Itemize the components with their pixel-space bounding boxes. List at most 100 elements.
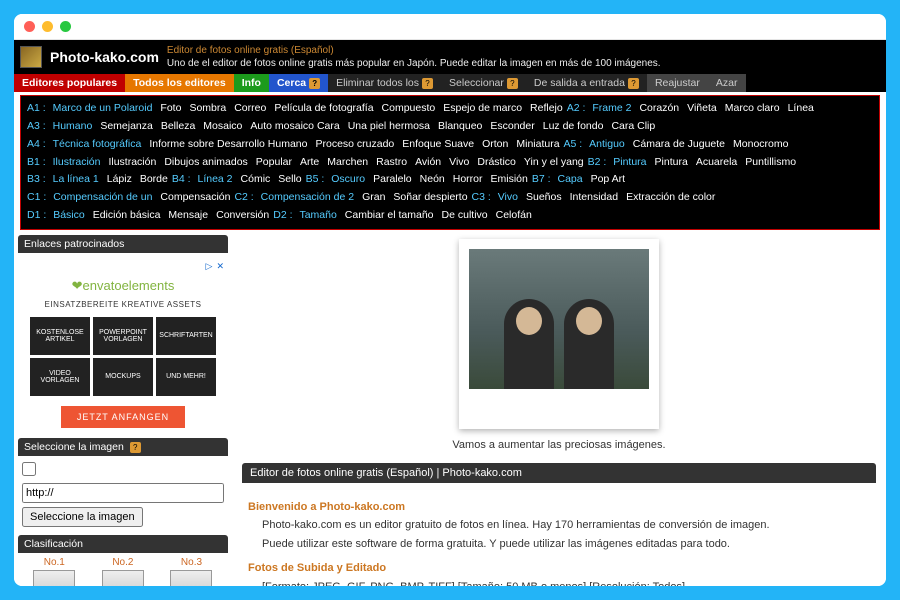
editor-link[interactable]: Dibujos animados: [164, 156, 247, 168]
cat-name-B5[interactable]: Oscuro: [331, 173, 365, 185]
cat-name-B7[interactable]: Capa: [557, 173, 582, 185]
editor-link[interactable]: Belleza: [161, 120, 195, 132]
cat-name-B1[interactable]: Ilustración: [53, 156, 101, 168]
ad-tile[interactable]: SCHRIFTARTEN: [156, 317, 216, 355]
ad-tile[interactable]: UND MEHR!: [156, 358, 216, 396]
rank-thumbnail[interactable]: [170, 570, 212, 586]
editor-link[interactable]: Rastro: [376, 156, 407, 168]
editor-link[interactable]: Emisión: [491, 173, 528, 185]
cat-name-B4[interactable]: Línea 2: [197, 173, 232, 185]
editor-link[interactable]: Marco claro: [725, 102, 780, 114]
editor-link[interactable]: Pintura: [655, 156, 688, 168]
help-icon[interactable]: ?: [507, 78, 518, 89]
editor-link[interactable]: Blanqueo: [438, 120, 482, 132]
cat-name-D1[interactable]: Básico: [53, 209, 85, 221]
editor-link[interactable]: Cómic: [241, 173, 271, 185]
cat-name-B3[interactable]: La línea 1: [53, 173, 99, 185]
editor-link[interactable]: Semejanza: [100, 120, 153, 132]
ad-tile[interactable]: VIDEO VORLAGEN: [30, 358, 90, 396]
rank-item[interactable]: No.2Semejanza: [89, 557, 158, 586]
ad-tile[interactable]: KOSTENLOSE ARTIKEL: [30, 317, 90, 355]
editor-link[interactable]: Luz de fondo: [543, 120, 604, 132]
editor-link[interactable]: Auto mosaico Cara: [250, 120, 339, 132]
rank-thumbnail[interactable]: [102, 570, 144, 586]
editor-link[interactable]: Cara Clip: [611, 120, 655, 132]
editor-link[interactable]: Neón: [420, 173, 445, 185]
cat-name-A3[interactable]: Humano: [53, 120, 93, 132]
rank-thumbnail[interactable]: [33, 570, 75, 586]
editor-link[interactable]: Soñar despierto: [393, 191, 467, 203]
rank-item[interactable]: No.1Polaroid estilo: [20, 557, 89, 586]
cat-name-A1[interactable]: Marco de un Polaroid: [53, 102, 153, 114]
editor-link[interactable]: Sombra: [189, 102, 226, 114]
editor-link[interactable]: Vivo: [449, 156, 469, 168]
editor-link[interactable]: Monocromo: [733, 138, 788, 150]
nav-output[interactable]: De salida a entrada?: [526, 74, 647, 92]
cat-name-A4[interactable]: Técnica fotográfica: [53, 138, 142, 150]
editor-link[interactable]: De cultivo: [442, 209, 488, 221]
editor-link[interactable]: Cámara de Juguete: [633, 138, 725, 150]
editor-link[interactable]: Informe sobre Desarrollo Humano: [149, 138, 307, 150]
site-title[interactable]: Photo-kako.com: [50, 49, 159, 65]
editor-link[interactable]: Película de fotografía: [274, 102, 373, 114]
editor-link[interactable]: Borde: [140, 173, 168, 185]
editor-link[interactable]: Foto: [160, 102, 181, 114]
editor-link[interactable]: Esconder: [490, 120, 534, 132]
ad-tile[interactable]: POWERPOINT VORLAGEN: [93, 317, 153, 355]
ad-box[interactable]: ▷✕ ❤envatoelements EINSATZBEREITE KREATI…: [18, 253, 228, 436]
editor-link[interactable]: Arte: [300, 156, 319, 168]
select-image-button[interactable]: Seleccione la imagen: [22, 507, 143, 527]
image-url-input[interactable]: [22, 483, 224, 503]
editor-link[interactable]: Paralelo: [373, 173, 412, 185]
nav-info[interactable]: Info: [234, 74, 269, 92]
editor-link[interactable]: Compuesto: [382, 102, 436, 114]
editor-link[interactable]: Puntillismo: [745, 156, 796, 168]
nav-about[interactable]: Cerca?: [269, 74, 328, 92]
editor-link[interactable]: Lápiz: [107, 173, 132, 185]
ad-cta-button[interactable]: JETZT ANFANGEN: [61, 406, 185, 428]
editor-link[interactable]: Cambiar el tamaño: [345, 209, 434, 221]
editor-link[interactable]: Viñeta: [687, 102, 717, 114]
editor-link[interactable]: Conversión: [216, 209, 269, 221]
nav-clear[interactable]: Eliminar todos los?: [328, 74, 441, 92]
nav-all[interactable]: Todos los editores: [125, 74, 234, 92]
help-icon[interactable]: ?: [309, 78, 320, 89]
editor-link[interactable]: Marchen: [327, 156, 368, 168]
nav-reset[interactable]: Reajustar: [647, 74, 708, 92]
editor-link[interactable]: Línea: [788, 102, 814, 114]
cat-name-A5[interactable]: Antiguo: [589, 138, 625, 150]
editor-link[interactable]: Proceso cruzado: [315, 138, 394, 150]
adchoices-icon[interactable]: ▷: [206, 261, 213, 272]
editor-link[interactable]: Ilustración: [108, 156, 156, 168]
ad-tile[interactable]: MOCKUPS: [93, 358, 153, 396]
editor-link[interactable]: Corazón: [639, 102, 679, 114]
nav-random[interactable]: Azar: [708, 74, 746, 92]
cat-name-C2[interactable]: Compensación de 2: [261, 191, 354, 203]
help-icon[interactable]: ?: [130, 442, 141, 453]
editor-link[interactable]: Correo: [234, 102, 266, 114]
nav-popular[interactable]: Editores populares: [14, 74, 125, 92]
editor-link[interactable]: Miniatura: [516, 138, 559, 150]
editor-link[interactable]: Orton: [482, 138, 508, 150]
editor-link[interactable]: Enfoque Suave: [402, 138, 474, 150]
help-icon[interactable]: ?: [628, 78, 639, 89]
cat-name-C3[interactable]: Vivo: [498, 191, 518, 203]
cat-name-B2[interactable]: Pintura: [613, 156, 646, 168]
cat-name-D2[interactable]: Tamaño: [299, 209, 336, 221]
image-checkbox[interactable]: [22, 462, 36, 476]
editor-link[interactable]: Espejo de marco: [443, 102, 522, 114]
ad-close-icon[interactable]: ✕: [216, 261, 224, 272]
editor-link[interactable]: Gran: [362, 191, 385, 203]
editor-link[interactable]: Extracción de color: [626, 191, 715, 203]
editor-link[interactable]: Reflejo: [530, 102, 563, 114]
editor-link[interactable]: Intensidad: [570, 191, 618, 203]
editor-link[interactable]: Drástico: [477, 156, 516, 168]
cat-name-C1[interactable]: Compensación de un: [53, 191, 152, 203]
editor-link[interactable]: Yin y el yang: [524, 156, 584, 168]
cat-name-A2[interactable]: Frame 2: [592, 102, 631, 114]
editor-link[interactable]: Una piel hermosa: [348, 120, 430, 132]
editor-link[interactable]: Popular: [256, 156, 292, 168]
editor-link[interactable]: Acuarela: [696, 156, 737, 168]
editor-link[interactable]: Sello: [278, 173, 301, 185]
maximize-window-icon[interactable]: [60, 21, 71, 32]
